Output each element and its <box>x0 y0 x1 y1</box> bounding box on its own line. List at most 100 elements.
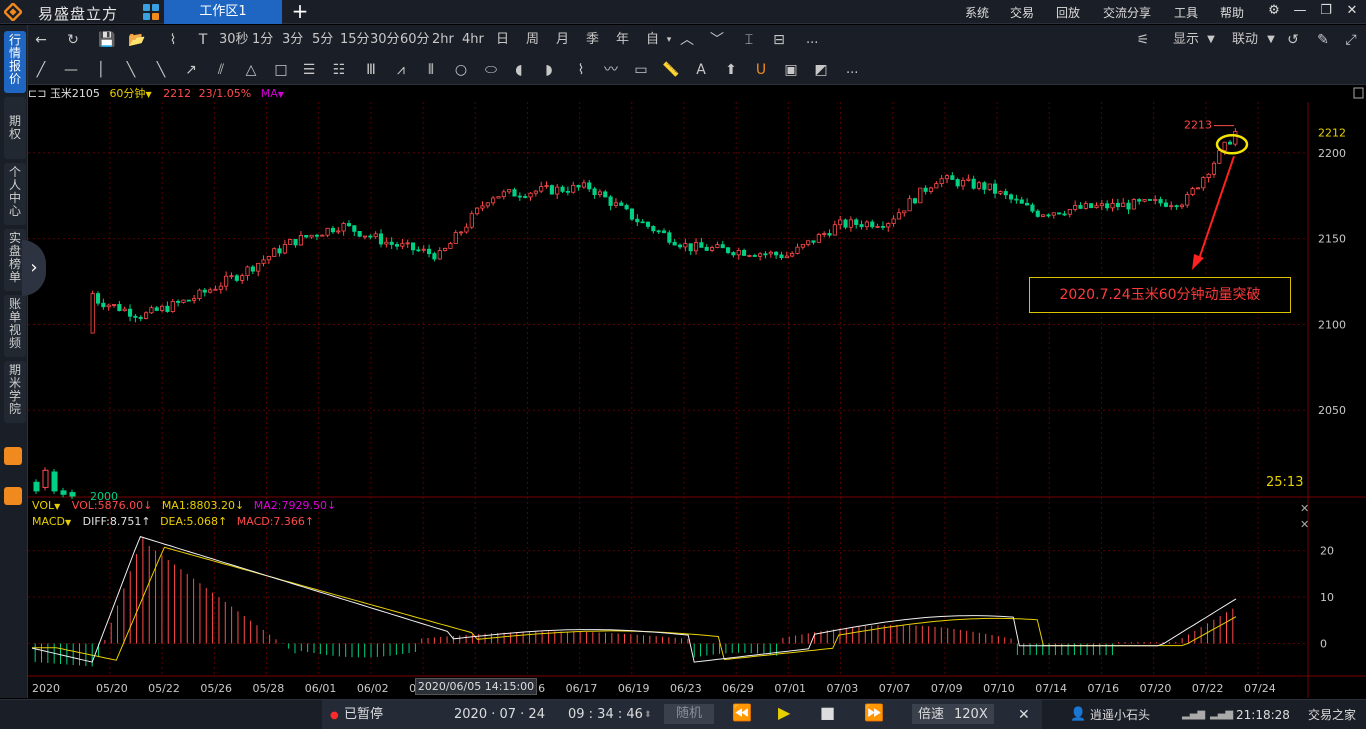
replay-date-field[interactable]: 2020 · 07 · 24 <box>454 707 545 723</box>
period-2hr[interactable]: 2hr <box>432 31 454 49</box>
kline-chart[interactable]: 202005/2005/2205/2605/2806/0106/0206/040… <box>28 86 1366 698</box>
period-season[interactable]: 季 <box>586 31 599 49</box>
period-60m[interactable]: 60分 <box>400 31 430 49</box>
draw-arc-left-icon[interactable]: ◖ <box>510 61 528 79</box>
draw-parallel-icon[interactable]: ⫽ <box>212 61 230 79</box>
pen-icon[interactable]: ✎ <box>1314 31 1332 49</box>
user-name[interactable]: 逍遥小石头 <box>1090 707 1150 723</box>
step-back-icon[interactable]: ⏪ <box>732 705 752 721</box>
draw-measure-icon[interactable]: ▭ <box>632 61 650 79</box>
period-15m[interactable]: 15分 <box>340 31 370 49</box>
period-year[interactable]: 年 <box>616 31 629 49</box>
menu-replay[interactable]: 回放 <box>1056 4 1080 21</box>
tab-workspace-1[interactable]: 工作区1 <box>164 0 282 24</box>
symbol-name[interactable]: 玉米2105 <box>50 87 100 100</box>
draw-segment-icon[interactable]: ╱ <box>32 61 50 79</box>
caret-down-icon[interactable]: ▾ <box>660 31 678 49</box>
close-replay-icon[interactable]: ✕ <box>1018 707 1030 723</box>
period-4hr[interactable]: 4hr <box>462 31 484 49</box>
back-arrow-icon[interactable]: ← <box>32 31 50 49</box>
period-caret-icon[interactable]: ▼ <box>145 90 151 99</box>
draw-text-icon[interactable]: A <box>692 61 710 79</box>
sidebar-tab-personal[interactable]: 个人中心 <box>4 163 26 225</box>
draw-zigzag-icon[interactable]: 〰 <box>602 61 620 79</box>
drawing-more[interactable]: ... <box>846 61 858 79</box>
menu-help[interactable]: 帮助 <box>1220 4 1244 21</box>
save-icon[interactable]: 💾 <box>98 31 116 49</box>
period-5m[interactable]: 5分 <box>312 31 333 49</box>
indicator-caret-icon[interactable]: ▼ <box>278 90 284 99</box>
replay-time-field[interactable]: 09 : 34 : 46 <box>568 707 643 723</box>
sync-icon[interactable]: ↺ <box>1284 31 1302 49</box>
link-dropdown[interactable]: 联动 <box>1232 31 1258 49</box>
draw-arc-right-icon[interactable]: ◗ <box>540 61 558 79</box>
draw-time-cycle-icon[interactable]: ⦀ <box>422 61 440 79</box>
zoom-out-chevron-down-icon[interactable]: ﹀ <box>708 31 726 49</box>
draw-vertical-line-icon[interactable]: │ <box>92 61 110 79</box>
strategy-icon[interactable]: ⚟ <box>1134 31 1152 49</box>
draw-horizontal-line-icon[interactable]: — <box>62 61 80 79</box>
draw-gann-icon[interactable]: Ⅲ <box>362 61 380 79</box>
layout-icon[interactable]: ⊟ <box>770 31 788 49</box>
toolbar-more[interactable]: ... <box>806 31 818 49</box>
draw-box-icon[interactable]: ▣ <box>782 61 800 79</box>
link-caret-icon[interactable]: ▼ <box>1262 31 1280 49</box>
display-caret-icon[interactable]: ▼ <box>1202 31 1220 49</box>
restore-icon[interactable]: ❐ <box>1318 3 1334 19</box>
period-week[interactable]: 周 <box>526 31 539 49</box>
draw-arrow-icon[interactable]: ↗ <box>182 61 200 79</box>
menu-system[interactable]: 系统 <box>965 4 989 21</box>
draw-circle-icon[interactable]: ○ <box>452 61 470 79</box>
chart-area[interactable]: 202005/2005/2205/2605/2806/0106/0206/040… <box>28 86 1366 698</box>
period-label[interactable]: 60分钟 <box>109 87 145 100</box>
orange-app-icon[interactable] <box>4 487 22 505</box>
refresh-icon[interactable]: ↻ <box>64 31 82 49</box>
minimize-icon[interactable]: — <box>1292 3 1308 19</box>
layout-grid-icon[interactable] <box>142 3 160 21</box>
sidebar-tab-options[interactable]: 期权 <box>4 97 26 159</box>
eraser-icon[interactable]: ◩ <box>812 61 830 79</box>
settings-gear-icon[interactable]: ⚙ <box>1266 3 1282 19</box>
draw-fib-ext-icon[interactable]: ☷ <box>330 61 348 79</box>
vol-indicator-name[interactable]: VOL <box>32 499 54 512</box>
period-day[interactable]: 日 <box>496 31 509 49</box>
line-chart-icon[interactable]: ⌇ <box>164 31 182 49</box>
macd-indicator-name[interactable]: MACD <box>32 515 65 528</box>
macd-caret-icon[interactable]: ▼ <box>65 518 71 527</box>
period-30s[interactable]: 30秒 <box>219 31 249 49</box>
draw-rectangle-icon[interactable]: □ <box>272 61 290 79</box>
close-icon[interactable]: ✕ <box>1344 3 1360 19</box>
draw-ruler-icon[interactable]: 📏 <box>662 61 680 79</box>
vol-caret-icon[interactable]: ▼ <box>54 502 60 511</box>
text-t-icon[interactable]: T <box>194 31 212 49</box>
sidebar-tab-academy[interactable]: 期米学院 <box>4 361 26 423</box>
orange-app-icon[interactable] <box>4 447 22 465</box>
period-1m[interactable]: 1分 <box>252 31 273 49</box>
indicator-label[interactable]: MA <box>261 87 278 100</box>
magnet-icon[interactable]: U <box>752 61 770 79</box>
draw-line-icon[interactable]: ╲ <box>152 61 170 79</box>
chart-toggle-icon[interactable]: ⊏⊐ <box>28 87 46 100</box>
step-forward-icon[interactable]: ⏩ <box>864 705 884 721</box>
open-folder-icon[interactable]: 📂 <box>128 31 146 49</box>
crosshair-icon[interactable]: ⌶ <box>740 31 758 49</box>
zoom-in-chevron-up-icon[interactable]: ︿ <box>678 31 696 49</box>
menu-tools[interactable]: 工具 <box>1174 4 1198 21</box>
menu-share[interactable]: 交流分享 <box>1103 4 1151 21</box>
draw-ellipse-icon[interactable]: ⬭ <box>482 61 500 79</box>
period-3m[interactable]: 3分 <box>282 31 303 49</box>
sidebar-tab-quotes[interactable]: 行情报价 <box>4 31 26 93</box>
stop-icon[interactable]: ■ <box>820 705 835 721</box>
draw-triangle-icon[interactable]: △ <box>242 61 260 79</box>
display-dropdown[interactable]: 显示 <box>1173 31 1199 49</box>
period-30m[interactable]: 30分 <box>370 31 400 49</box>
sidebar-tab-video[interactable]: 账单视频 <box>4 295 26 357</box>
draw-up-arrow-icon[interactable]: ⬆ <box>722 61 740 79</box>
menu-trade[interactable]: 交易 <box>1010 4 1034 21</box>
draw-fan-icon[interactable]: ⩘ <box>392 61 410 79</box>
play-icon[interactable]: ▶ <box>778 705 790 721</box>
random-button[interactable]: 随机 <box>664 704 714 724</box>
time-stepper-icon[interactable]: ⬍ <box>644 707 652 723</box>
add-tab-button[interactable]: + <box>290 0 310 24</box>
draw-fib-icon[interactable]: ☰ <box>300 61 318 79</box>
